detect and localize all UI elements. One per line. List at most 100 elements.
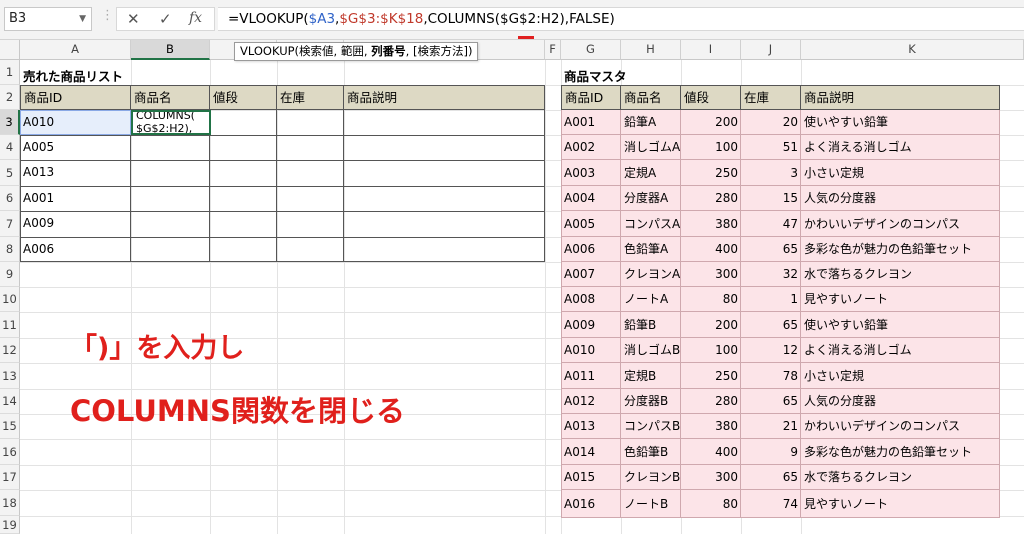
- cell-a6[interactable]: A001: [20, 186, 131, 211]
- master-cell-stock[interactable]: 47: [741, 211, 801, 237]
- master-cell-name[interactable]: コンパスB: [621, 414, 681, 439]
- row-header-17[interactable]: 17: [0, 465, 20, 490]
- cell-a3[interactable]: A010: [20, 110, 131, 135]
- row-header-6[interactable]: 6: [0, 186, 20, 211]
- tooltip-arg4[interactable]: [検索方法]: [413, 44, 468, 58]
- master-cell-stock[interactable]: 51: [741, 135, 801, 160]
- master-cell-desc[interactable]: 使いやすい鉛筆: [801, 110, 1000, 135]
- col-header-j[interactable]: J: [741, 40, 801, 60]
- master-cell-desc[interactable]: 見やすいノート: [801, 287, 1000, 312]
- col-header-a[interactable]: A: [20, 40, 131, 60]
- master-cell-name[interactable]: 定規A: [621, 160, 681, 186]
- master-cell-stock[interactable]: 9: [741, 439, 801, 465]
- master-cell-name[interactable]: 色鉛筆B: [621, 439, 681, 465]
- tooltip-arg2[interactable]: 範囲: [341, 44, 364, 58]
- master-cell-price[interactable]: 300: [681, 262, 741, 287]
- master-cell-name[interactable]: ノートA: [621, 287, 681, 312]
- master-cell-desc[interactable]: よく消える消しゴム: [801, 135, 1000, 160]
- master-header-price[interactable]: 値段: [681, 85, 741, 110]
- master-cell-id[interactable]: A013: [561, 414, 621, 439]
- cell-a4[interactable]: A005: [20, 135, 131, 160]
- master-cell-stock[interactable]: 32: [741, 262, 801, 287]
- master-cell-id[interactable]: A008: [561, 287, 621, 312]
- master-cell-desc[interactable]: 水で落ちるクレヨン: [801, 465, 1000, 490]
- master-cell-name[interactable]: ノートB: [621, 490, 681, 518]
- master-cell-stock[interactable]: 15: [741, 186, 801, 211]
- master-cell-name[interactable]: 消しゴムA: [621, 135, 681, 160]
- more-icon[interactable]: ⋮: [101, 8, 114, 23]
- name-box[interactable]: B3 ▼: [4, 7, 92, 31]
- master-cell-id[interactable]: A016: [561, 490, 621, 518]
- enter-icon[interactable]: ✓: [159, 10, 172, 28]
- left-header-desc[interactable]: 商品説明: [344, 85, 545, 110]
- master-header-id[interactable]: 商品ID: [561, 85, 621, 110]
- master-cell-stock[interactable]: 65: [741, 312, 801, 338]
- master-cell-id[interactable]: A004: [561, 186, 621, 211]
- master-cell-name[interactable]: 鉛筆B: [621, 312, 681, 338]
- row-header-3[interactable]: 3: [0, 110, 20, 135]
- cell-a8[interactable]: A006: [20, 237, 131, 262]
- master-cell-id[interactable]: A001: [561, 110, 621, 135]
- master-cell-id[interactable]: A015: [561, 465, 621, 490]
- left-header-stock[interactable]: 在庫: [277, 85, 344, 110]
- master-cell-name[interactable]: コンパスA: [621, 211, 681, 237]
- row-header-4[interactable]: 4: [0, 135, 20, 160]
- tooltip-arg1[interactable]: 検索値: [299, 44, 334, 58]
- master-cell-name[interactable]: 分度器A: [621, 186, 681, 211]
- master-cell-name[interactable]: 鉛筆A: [621, 110, 681, 135]
- cell-a5[interactable]: A013: [20, 160, 131, 186]
- function-tooltip[interactable]: VLOOKUP(検索値, 範囲, 列番号, [検索方法]): [234, 42, 479, 61]
- master-cell-price[interactable]: 100: [681, 135, 741, 160]
- row-header-12[interactable]: 12: [0, 338, 20, 363]
- master-header-desc[interactable]: 商品説明: [801, 85, 1000, 110]
- master-cell-desc[interactable]: 見やすいノート: [801, 490, 1000, 518]
- master-cell-name[interactable]: 分度器B: [621, 389, 681, 414]
- master-cell-stock[interactable]: 65: [741, 389, 801, 414]
- master-cell-desc[interactable]: 小さい定規: [801, 363, 1000, 389]
- row-header-8[interactable]: 8: [0, 237, 20, 262]
- row-header-2[interactable]: 2: [0, 85, 20, 110]
- master-cell-id[interactable]: A007: [561, 262, 621, 287]
- master-cell-desc[interactable]: よく消える消しゴム: [801, 338, 1000, 363]
- master-cell-desc[interactable]: 人気の分度器: [801, 389, 1000, 414]
- master-cell-desc[interactable]: 水で落ちるクレヨン: [801, 262, 1000, 287]
- master-cell-stock[interactable]: 65: [741, 465, 801, 490]
- row-header-19[interactable]: 19: [0, 516, 20, 534]
- col-header-h[interactable]: H: [621, 40, 681, 60]
- left-header-name[interactable]: 商品名: [131, 85, 210, 110]
- master-cell-price[interactable]: 200: [681, 110, 741, 135]
- col-header-g[interactable]: G: [561, 40, 621, 60]
- row-header-7[interactable]: 7: [0, 211, 20, 237]
- master-cell-name[interactable]: クレヨンA: [621, 262, 681, 287]
- master-cell-desc[interactable]: 多彩な色が魅力の色鉛筆セット: [801, 439, 1000, 465]
- master-cell-price[interactable]: 300: [681, 465, 741, 490]
- master-cell-desc[interactable]: かわいいデザインのコンパス: [801, 211, 1000, 237]
- master-cell-name[interactable]: 色鉛筆A: [621, 237, 681, 262]
- master-cell-price[interactable]: 280: [681, 186, 741, 211]
- master-cell-id[interactable]: A005: [561, 211, 621, 237]
- master-cell-price[interactable]: 400: [681, 439, 741, 465]
- master-cell-id[interactable]: A014: [561, 439, 621, 465]
- master-cell-id[interactable]: A002: [561, 135, 621, 160]
- master-cell-desc[interactable]: 人気の分度器: [801, 186, 1000, 211]
- formula-input[interactable]: =VLOOKUP($A3,$G$3:$K$18,COLUMNS($G$2:H2)…: [218, 7, 1024, 31]
- master-cell-id[interactable]: A003: [561, 160, 621, 186]
- row-header-16[interactable]: 16: [0, 439, 20, 465]
- fx-icon[interactable]: fx: [189, 10, 202, 26]
- master-cell-price[interactable]: 380: [681, 211, 741, 237]
- master-cell-stock[interactable]: 74: [741, 490, 801, 518]
- row-header-10[interactable]: 10: [0, 287, 20, 312]
- row-header-11[interactable]: 11: [0, 312, 20, 338]
- master-cell-id[interactable]: A009: [561, 312, 621, 338]
- row-header-9[interactable]: 9: [0, 262, 20, 287]
- left-header-price[interactable]: 値段: [210, 85, 277, 110]
- row-header-1[interactable]: 1: [0, 60, 20, 85]
- master-cell-stock[interactable]: 20: [741, 110, 801, 135]
- chevron-down-icon[interactable]: ▼: [79, 8, 86, 30]
- master-cell-name[interactable]: 定規B: [621, 363, 681, 389]
- master-cell-desc[interactable]: 使いやすい鉛筆: [801, 312, 1000, 338]
- master-header-name[interactable]: 商品名: [621, 85, 681, 110]
- row-header-15[interactable]: 15: [0, 414, 20, 439]
- master-cell-price[interactable]: 380: [681, 414, 741, 439]
- cell-a7[interactable]: A009: [20, 211, 131, 237]
